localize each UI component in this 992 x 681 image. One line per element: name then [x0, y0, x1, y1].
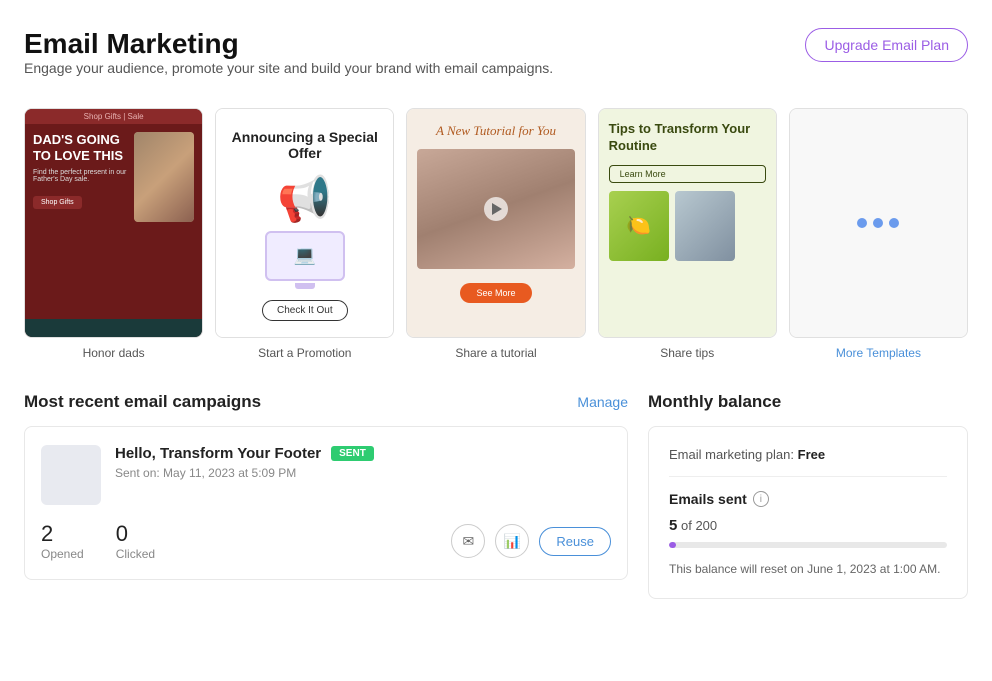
- campaign-card: Hello, Transform Your Footer SENT Sent o…: [24, 426, 628, 580]
- page-title: Email Marketing: [24, 28, 553, 60]
- reuse-button[interactable]: Reuse: [539, 527, 611, 556]
- emails-sent-label: Emails sent: [669, 491, 747, 507]
- card2-title: Announcing a Special Offer: [228, 129, 381, 161]
- balance-plan-row: Email marketing plan: Free: [669, 447, 947, 477]
- progress-bar-fill: [669, 542, 676, 548]
- campaign-title: Hello, Transform Your Footer: [115, 445, 321, 462]
- tips-image-1: 🍋: [609, 191, 669, 261]
- balance-card: Email marketing plan: Free Emails sent i…: [648, 426, 968, 599]
- emails-progress-bar: [669, 542, 947, 548]
- tips-image-2: [675, 191, 735, 261]
- tutorial-image: [417, 149, 574, 269]
- play-button-icon: [484, 197, 508, 221]
- bottom-section: Most recent email campaigns Manage Hello…: [24, 392, 968, 599]
- template-label-honor-dads: Honor dads: [83, 346, 145, 360]
- templates-row: Shop Gifts | Sale DAD'S GOING TO LOVE TH…: [24, 108, 968, 360]
- emails-count-of: of: [681, 518, 695, 533]
- template-share-tutorial[interactable]: A New Tutorial for You See More Share a …: [406, 108, 585, 360]
- upgrade-email-plan-button[interactable]: Upgrade Email Plan: [805, 28, 968, 62]
- card3-cta: See More: [460, 283, 531, 303]
- card4-title: Tips to Transform Your Routine: [609, 121, 766, 155]
- campaign-stats: 2 Opened 0 Clicked: [41, 521, 155, 561]
- emails-total: 200: [695, 518, 717, 533]
- campaign-bottom-row: 2 Opened 0 Clicked ✉ 📊 Reuse: [41, 521, 611, 561]
- campaign-actions: ✉ 📊 Reuse: [451, 524, 611, 558]
- emails-sent-row: Emails sent i: [669, 491, 947, 507]
- balance-plan-label: Email marketing plan:: [669, 447, 794, 462]
- template-label-start-promotion: Start a Promotion: [258, 346, 351, 360]
- campaigns-header: Most recent email campaigns Manage: [24, 392, 628, 412]
- page-header: Email Marketing Engage your audience, pr…: [24, 28, 968, 100]
- balance-plan-name: Free: [798, 447, 825, 462]
- campaign-thumbnail: [41, 445, 101, 505]
- emails-sent-number: 5: [669, 517, 677, 534]
- chart-icon-button[interactable]: 📊: [495, 524, 529, 558]
- clicked-stat: 0 Clicked: [116, 521, 155, 561]
- more-templates-dots: [857, 218, 899, 228]
- card1-topbar: Shop Gifts | Sale: [25, 109, 202, 124]
- balance-section-title: Monthly balance: [648, 392, 781, 412]
- campaigns-section-title: Most recent email campaigns: [24, 392, 261, 412]
- balance-reset-note: This balance will reset on June 1, 2023 …: [669, 560, 947, 578]
- template-label-share-tips: Share tips: [660, 346, 714, 360]
- info-icon[interactable]: i: [753, 491, 769, 507]
- card4-cta: Learn More: [609, 165, 766, 183]
- campaign-info: Hello, Transform Your Footer SENT Sent o…: [115, 445, 611, 480]
- card3-title: A New Tutorial for You: [436, 123, 556, 139]
- page-subtitle: Engage your audience, promote your site …: [24, 60, 553, 76]
- megaphone-icon: 📢: [277, 173, 332, 225]
- opened-count: 2: [41, 521, 84, 547]
- campaign-status-badge: SENT: [331, 446, 374, 461]
- template-more[interactable]: More Templates: [789, 108, 968, 360]
- template-honor-dads[interactable]: Shop Gifts | Sale DAD'S GOING TO LOVE TH…: [24, 108, 203, 360]
- balance-header: Monthly balance: [648, 392, 968, 412]
- card2-cta: Check It Out: [262, 300, 348, 321]
- campaign-date: Sent on: May 11, 2023 at 5:09 PM: [115, 466, 611, 480]
- template-label-more-templates[interactable]: More Templates: [836, 346, 921, 360]
- campaigns-section: Most recent email campaigns Manage Hello…: [24, 392, 628, 599]
- clicked-count: 0: [116, 521, 155, 547]
- opened-label: Opened: [41, 547, 84, 561]
- campaign-top: Hello, Transform Your Footer SENT Sent o…: [41, 445, 611, 505]
- manage-link[interactable]: Manage: [577, 394, 628, 410]
- card1-cta: Shop Gifts: [33, 196, 82, 209]
- template-share-tips[interactable]: Tips to Transform Your Routine Learn Mor…: [598, 108, 777, 360]
- template-label-share-tutorial: Share a tutorial: [455, 346, 536, 360]
- card1-heading: DAD'S GOING TO LOVE THIS: [33, 132, 128, 163]
- card1-body: Find the perfect present in our Father's…: [33, 169, 128, 183]
- template-start-promotion[interactable]: Announcing a Special Offer 📢 💻 Check It …: [215, 108, 394, 360]
- emails-count: 5 of 200: [669, 517, 947, 534]
- clicked-label: Clicked: [116, 547, 155, 561]
- email-icon-button[interactable]: ✉: [451, 524, 485, 558]
- balance-section: Monthly balance Email marketing plan: Fr…: [648, 392, 968, 599]
- opened-stat: 2 Opened: [41, 521, 84, 561]
